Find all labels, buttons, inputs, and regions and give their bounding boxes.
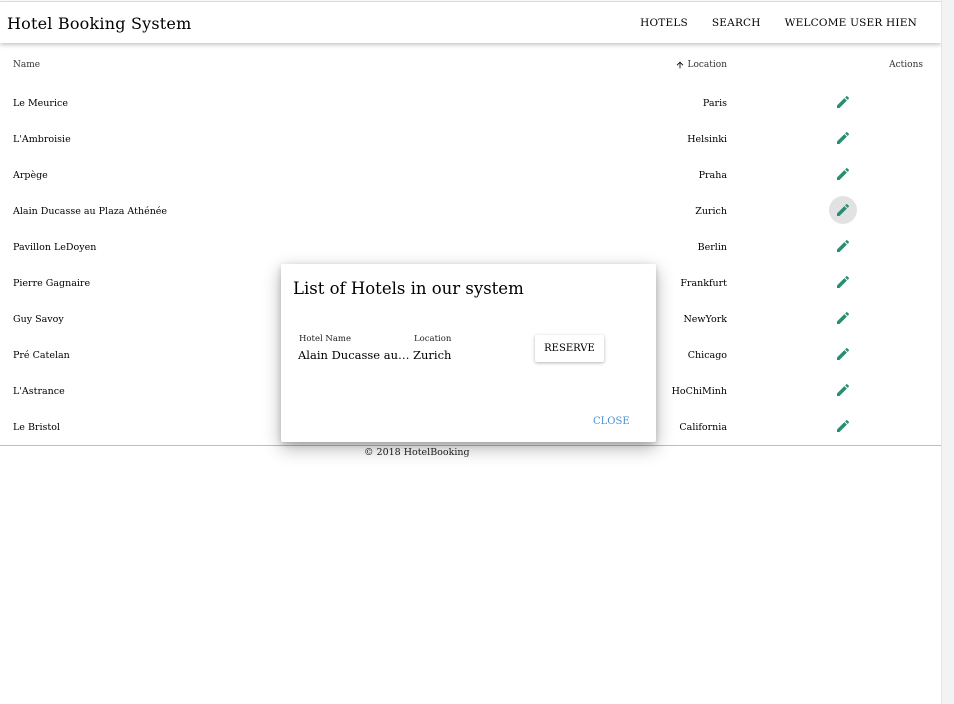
app-root: Hotel Booking System HOTELS SEARCH WELCO… xyxy=(0,0,954,704)
app-title: Hotel Booking System xyxy=(7,14,192,33)
hotel-location-cell: California xyxy=(679,422,727,433)
hotel-location-cell: Frankfurt xyxy=(680,278,727,289)
table-row: Le Meurice Paris xyxy=(0,84,941,120)
pencil-icon xyxy=(837,347,850,360)
edit-hotel-button[interactable] xyxy=(829,412,857,440)
hotel-location-cell: HoChiMinh xyxy=(671,386,727,397)
edit-hotel-button[interactable] xyxy=(829,196,857,224)
top-nav: HOTELS SEARCH WELCOME USER HIEN xyxy=(628,10,929,36)
pencil-icon xyxy=(837,95,850,108)
edit-hotel-button[interactable] xyxy=(829,340,857,368)
dialog-title: List of Hotels in our system xyxy=(293,279,524,298)
app-header: Hotel Booking System HOTELS SEARCH WELCO… xyxy=(0,1,941,43)
edit-hotel-button[interactable] xyxy=(829,124,857,152)
nav-hotels-button[interactable]: HOTELS xyxy=(628,10,700,36)
pencil-icon xyxy=(837,311,850,324)
hotel-location-cell: Chicago xyxy=(687,350,727,361)
hotel-name-label: Hotel Name xyxy=(299,334,351,344)
pencil-icon xyxy=(837,203,850,216)
edit-hotel-button[interactable] xyxy=(829,232,857,260)
hotel-location-cell: Berlin xyxy=(697,242,727,253)
column-header-location[interactable]: Location xyxy=(675,60,727,70)
arrow-up-icon xyxy=(677,61,684,69)
hotel-name-cell: Le Meurice xyxy=(13,98,68,109)
welcome-user-button[interactable]: WELCOME USER HIEN xyxy=(773,10,929,36)
hotel-name-cell: L'Ambroisie xyxy=(13,134,71,145)
location-value: Zurich xyxy=(413,348,452,362)
hotel-name-cell: L'Astrance xyxy=(13,386,65,397)
hotel-location-cell: Helsinki xyxy=(687,134,727,145)
pencil-icon xyxy=(837,167,850,180)
pencil-icon xyxy=(837,383,850,396)
pencil-icon xyxy=(837,419,850,432)
hotel-name-cell: Le Bristol xyxy=(13,422,60,433)
edit-hotel-button[interactable] xyxy=(829,376,857,404)
edit-hotel-button[interactable] xyxy=(829,88,857,116)
pencil-icon xyxy=(837,131,850,144)
hotel-name-cell: Pré Catelan xyxy=(13,350,70,361)
footer-copyright: © 2018 HotelBooking xyxy=(364,447,470,458)
reserve-button[interactable]: RESERVE xyxy=(535,335,604,362)
hotel-name-cell: Pavillon LeDoyen xyxy=(13,242,97,253)
edit-hotel-button[interactable] xyxy=(829,268,857,296)
column-header-location-label: Location xyxy=(687,60,727,70)
column-header-actions: Actions xyxy=(889,60,923,70)
hotel-name-cell: Arpège xyxy=(13,170,48,181)
table-row: Alain Ducasse au Plaza Athénée Zurich xyxy=(0,192,941,228)
hotel-dialog: List of Hotels in our system Hotel Name … xyxy=(281,264,656,442)
table-row: Pavillon LeDoyen Berlin xyxy=(0,228,941,264)
hotel-name-cell: Alain Ducasse au Plaza Athénée xyxy=(13,206,168,217)
hotel-name-cell: Pierre Gagnaire xyxy=(13,278,91,289)
edit-hotel-button[interactable] xyxy=(829,160,857,188)
page-scrollbar[interactable] xyxy=(941,0,954,704)
hotel-location-cell: Zurich xyxy=(695,206,727,217)
table-row: L'Ambroisie Helsinki xyxy=(0,120,941,156)
edit-hotel-button[interactable] xyxy=(829,304,857,332)
hotel-name-value: Alain Ducasse au Pl... xyxy=(298,348,410,362)
close-button[interactable]: CLOSE xyxy=(593,416,630,427)
pencil-icon xyxy=(837,239,850,252)
hotel-location-cell: NewYork xyxy=(683,314,727,325)
table-header: Name Location Actions xyxy=(0,48,941,84)
table-row: Arpège Praha xyxy=(0,156,941,192)
hotel-name-cell: Guy Savoy xyxy=(13,314,64,325)
pencil-icon xyxy=(837,275,850,288)
nav-search-button[interactable]: SEARCH xyxy=(700,10,773,36)
hotel-location-cell: Paris xyxy=(702,98,727,109)
location-label: Location xyxy=(414,334,452,344)
column-header-name[interactable]: Name xyxy=(13,60,40,70)
hotel-location-cell: Praha xyxy=(698,170,727,181)
